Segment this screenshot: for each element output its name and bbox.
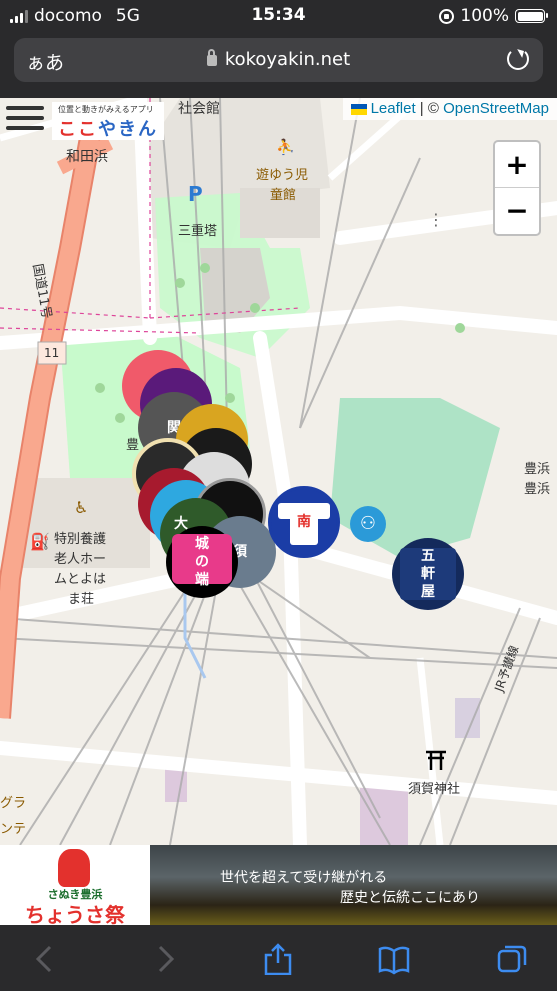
- browser-toolbar: [0, 925, 557, 991]
- label-toyo-left: 豊: [126, 438, 140, 453]
- marker-jonohashi[interactable]: 城の端: [166, 526, 238, 598]
- festival-logo: さぬき豊浜 ちょうさ祭: [0, 845, 150, 927]
- label-suga: 須賀神社: [408, 782, 461, 797]
- label-wadahama: 和田浜: [66, 149, 108, 165]
- label-nursing1: 特別養護: [54, 532, 107, 547]
- brand-name: ここやきん: [58, 119, 158, 140]
- parking-icon: P: [188, 182, 203, 206]
- ad-banner[interactable]: さぬき豊浜 ちょうさ祭 世代を超えて受け継がれる 歴史と伝統ここにあり: [0, 845, 557, 927]
- lock-icon: [206, 49, 217, 66]
- brand-logo: 位置と動きがみえるアプリ ここやきん: [52, 102, 164, 140]
- status-right: 100%: [439, 6, 548, 26]
- back-icon[interactable]: [30, 943, 62, 975]
- nursing-icon: ♿: [74, 498, 89, 517]
- fuel-icon: ⛽: [30, 532, 50, 551]
- label-nursing4: ま荘: [68, 592, 95, 607]
- menu-button[interactable]: [6, 106, 44, 138]
- mascot-icon: [58, 849, 90, 887]
- label-sanjuto: 三重塔: [178, 224, 218, 239]
- url-display[interactable]: kokoyakin.net: [14, 49, 543, 70]
- rotation-lock-icon: [439, 8, 455, 24]
- brand-tagline: 位置と動きがみえるアプリ: [58, 105, 154, 114]
- playground-icon: ⛹: [276, 138, 295, 156]
- url-text: kokoyakin.net: [224, 49, 351, 70]
- label-toyohama1: 豊浜: [524, 462, 551, 477]
- label-nte: ンテ: [0, 822, 27, 837]
- label-asobu2: 童館: [270, 188, 297, 203]
- status-bar: docomo 5G 15:34 100%: [0, 0, 557, 32]
- forward-icon[interactable]: [148, 943, 180, 975]
- battery-percent: 100%: [460, 6, 509, 26]
- banner-line1: 世代を超えて受け継がれる: [220, 870, 388, 886]
- label-gura: グラ: [0, 796, 27, 811]
- label-shakaikan: 社会館: [178, 101, 220, 117]
- battery-icon: [515, 9, 548, 23]
- toilet-icon: ⚇: [350, 506, 386, 542]
- zoom-control: + −: [493, 140, 541, 236]
- url-field[interactable]: ぁあ kokoyakin.net: [14, 38, 543, 82]
- logo-main: ちょうさ祭: [25, 903, 125, 927]
- banner-line2: 歴史と伝統ここにあり: [340, 890, 480, 906]
- ukraine-flag-icon: [350, 103, 367, 115]
- zoom-in-button[interactable]: +: [495, 142, 539, 188]
- bookmarks-icon[interactable]: [378, 943, 410, 975]
- share-icon[interactable]: [262, 943, 294, 975]
- label-asobu: 遊ゆう児: [256, 168, 309, 183]
- address-bar: ぁあ kokoyakin.net: [0, 32, 557, 98]
- route-shield: 11: [44, 346, 60, 360]
- reload-icon[interactable]: [507, 48, 529, 70]
- label-toyohama2: 豊浜: [524, 482, 551, 497]
- tabs-icon[interactable]: [496, 943, 528, 975]
- leaflet-link[interactable]: Leaflet: [371, 100, 416, 117]
- map-attribution: Leaflet | © OpenStreetMap: [342, 98, 557, 120]
- map[interactable]: 社会館 和田浜 ⛹ 遊ゆう児 童館 P 三重塔 国道11号 11 豊 豊浜 豊浜…: [0, 98, 557, 845]
- marker-goken[interactable]: 五軒屋: [392, 538, 464, 610]
- festival-photo: 世代を超えて受け継がれる 歴史と伝統ここにあり: [150, 845, 557, 925]
- label-nursing2: 老人ホー: [54, 552, 107, 567]
- zoom-out-button[interactable]: −: [495, 188, 539, 234]
- marker-minami[interactable]: 南: [268, 486, 340, 558]
- label-nursing3: ムとよは: [54, 572, 107, 587]
- osm-link[interactable]: OpenStreetMap: [443, 100, 549, 117]
- traffic-light-icon: ⋮: [428, 210, 444, 229]
- map-tiles: [0, 98, 557, 845]
